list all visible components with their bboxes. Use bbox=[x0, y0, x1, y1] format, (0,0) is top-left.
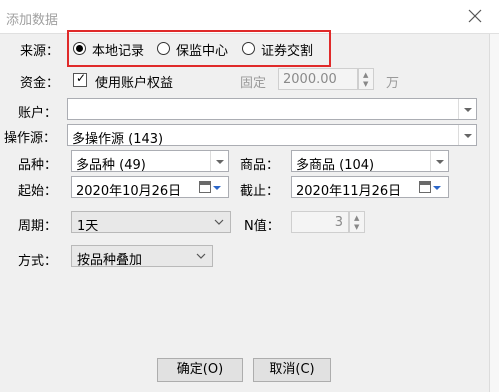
checkmark-icon: ✓ bbox=[76, 71, 87, 85]
fund-label: 资金： bbox=[20, 76, 60, 91]
radio-local-record[interactable] bbox=[73, 42, 86, 55]
cancel-button[interactable]: 取消(C) bbox=[253, 358, 331, 382]
close-icon[interactable] bbox=[465, 6, 485, 26]
calendar-icon[interactable] bbox=[199, 181, 211, 193]
use-account-equity-checkbox[interactable]: ✓ bbox=[73, 71, 87, 87]
product-value: 多商品 (104) bbox=[296, 158, 375, 173]
product-label: 商品： bbox=[240, 158, 280, 173]
account-label: 账户： bbox=[18, 106, 58, 121]
mode-value: 按品种叠加 bbox=[77, 253, 143, 268]
account-select[interactable] bbox=[67, 98, 477, 120]
fixed-amount-value: 2000.00 bbox=[283, 72, 337, 87]
chevron-down-icon[interactable] bbox=[210, 151, 228, 171]
fixed-label: 固定 bbox=[240, 76, 267, 91]
mode-label: 方式： bbox=[18, 254, 58, 269]
chevron-down-icon[interactable] bbox=[430, 151, 448, 171]
end-date-picker[interactable]: 2020年11月26日 bbox=[291, 176, 449, 199]
n-value-spinner[interactable]: ▲ ▼ bbox=[349, 211, 365, 233]
n-value-label: N值： bbox=[244, 219, 280, 234]
ok-button[interactable]: 确定(O) bbox=[157, 358, 243, 382]
start-label: 起始： bbox=[18, 184, 58, 199]
start-date-value: 2020年10月26日 bbox=[76, 184, 182, 199]
radio-securities-settlement[interactable] bbox=[242, 42, 255, 55]
title-bar: 添加数据 bbox=[0, 0, 499, 34]
chevron-down-icon[interactable] bbox=[214, 217, 224, 227]
period-select[interactable]: 1天 bbox=[71, 211, 231, 234]
source-label: 来源： bbox=[20, 44, 60, 59]
variety-label: 品种： bbox=[18, 158, 58, 173]
dropdown-arrow-icon[interactable] bbox=[213, 186, 221, 190]
period-value: 1天 bbox=[77, 219, 99, 234]
end-label: 截止： bbox=[240, 184, 280, 199]
operator-value: 多操作源 (143) bbox=[72, 132, 164, 147]
variety-value: 多品种 (49) bbox=[76, 158, 146, 173]
fixed-amount-input[interactable]: 2000.00 bbox=[278, 68, 358, 90]
calendar-icon[interactable] bbox=[419, 181, 431, 193]
end-date-value: 2020年11月26日 bbox=[296, 184, 402, 199]
radio-insurance-center-label: 保监中心 bbox=[176, 44, 229, 59]
fixed-amount-spinner[interactable]: ▲ ▼ bbox=[358, 68, 374, 90]
dropdown-arrow-icon[interactable] bbox=[433, 186, 441, 190]
use-account-equity-label: 使用账户权益 bbox=[95, 76, 174, 91]
radio-securities-settlement-label: 证券交割 bbox=[261, 44, 314, 59]
chevron-down-icon[interactable] bbox=[458, 99, 476, 119]
period-label: 周期： bbox=[18, 219, 58, 234]
mode-select[interactable]: 按品种叠加 bbox=[71, 245, 213, 268]
chevron-down-icon[interactable] bbox=[458, 125, 476, 145]
radio-insurance-center[interactable] bbox=[157, 42, 170, 55]
window-title: 添加数据 bbox=[6, 13, 59, 28]
operator-select[interactable]: 多操作源 (143) bbox=[67, 124, 477, 147]
start-date-picker[interactable]: 2020年10月26日 bbox=[71, 176, 229, 199]
variety-select[interactable]: 多品种 (49) bbox=[71, 150, 229, 173]
operator-label: 操作源： bbox=[4, 131, 57, 146]
n-value-value: 3 bbox=[334, 215, 343, 230]
chevron-down-icon[interactable] bbox=[196, 251, 206, 261]
product-select[interactable]: 多商品 (104) bbox=[291, 150, 449, 173]
scrollbar[interactable] bbox=[489, 34, 499, 392]
unit-label: 万 bbox=[386, 76, 400, 91]
n-value-input[interactable]: 3 bbox=[291, 211, 349, 233]
radio-local-record-label: 本地记录 bbox=[92, 44, 145, 59]
